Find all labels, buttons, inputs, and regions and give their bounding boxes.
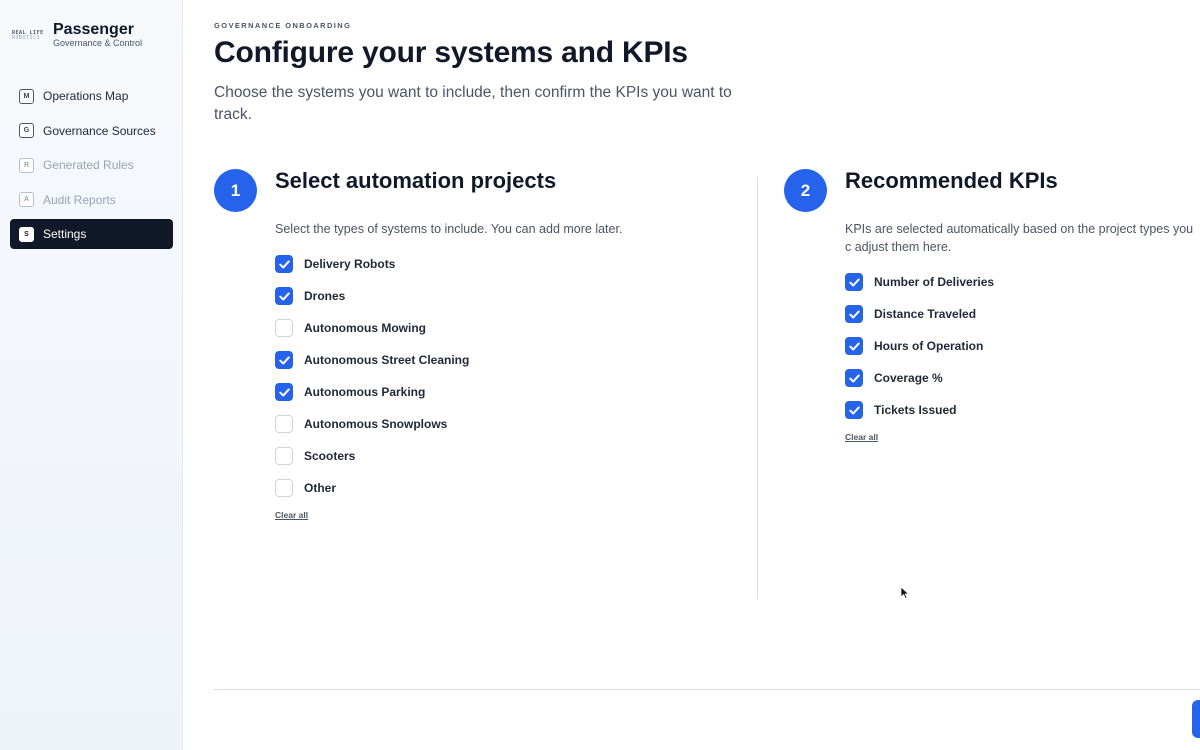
settings-icon: S [19,226,34,242]
sidebar-item-label: Governance Sources [43,123,156,138]
step-2-badge: 2 [784,169,827,212]
checkbox-checked[interactable] [845,305,863,323]
step-1-title: Select automation projects [275,168,557,193]
step-2-title: Recommended KPIs [845,168,1058,193]
step-1-description: Select the types of systems to include. … [275,222,623,236]
app-subtitle: Governance & Control [53,38,143,48]
generated-rules-icon: R [19,157,34,173]
checkbox-checked[interactable] [845,273,863,291]
project-option-autonomous-street-cleaning[interactable]: Autonomous Street Cleaning [275,344,469,376]
option-label: Autonomous Snowplows [304,417,448,431]
option-label: Number of Deliveries [874,275,995,289]
kpi-option-coverage[interactable]: Coverage % [845,362,994,394]
governance-sources-icon: G [19,123,34,139]
sidebar-item-generated-rules: R Generated Rules [10,150,173,180]
option-label: Other [304,481,337,495]
checkbox-checked[interactable] [845,369,863,387]
option-label: Hours of Operation [874,339,984,353]
audit-reports-icon: A [19,192,34,208]
sidebar-nav: M Operations Map G Governance Sources R … [10,81,173,254]
project-option-other[interactable]: Other [275,472,469,504]
kpi-option-distance-traveled[interactable]: Distance Traveled [845,298,994,330]
page-eyebrow: GOVERNANCE ONBOARDING [214,21,352,30]
option-label: Drones [304,289,346,303]
clear-all-kpis-link[interactable]: Clear all [845,432,878,442]
checkbox-checked[interactable] [275,383,293,401]
kpi-option-tickets-issued[interactable]: Tickets Issued [845,394,994,426]
sidebar-item-label: Generated Rules [43,158,134,173]
mouse-cursor-icon [900,586,910,600]
company-logo: REAL LIFE ROBOTICS [12,30,46,42]
option-label: Scooters [304,449,356,463]
project-checklist: Delivery Robots Drones Autonomous Mowing… [275,248,469,504]
continue-button[interactable] [1192,700,1200,738]
checkbox-unchecked[interactable] [275,319,293,337]
checkbox-checked[interactable] [845,337,863,355]
project-option-delivery-robots[interactable]: Delivery Robots [275,248,469,280]
project-option-drones[interactable]: Drones [275,280,469,312]
checkbox-unchecked[interactable] [275,415,293,433]
check-icon [848,310,860,318]
option-label: Autonomous Mowing [304,321,426,335]
kpi-option-number-of-deliveries[interactable]: Number of Deliveries [845,266,994,298]
project-option-autonomous-parking[interactable]: Autonomous Parking [275,376,469,408]
check-icon [848,374,860,382]
app-title: Passenger [53,21,134,38]
checkbox-unchecked[interactable] [275,479,293,497]
step-2-description: KPIs are selected automatically based on… [845,222,1194,254]
sidebar: REAL LIFE ROBOTICS Passenger Governance … [0,0,183,750]
clear-all-projects-link[interactable]: Clear all [275,510,308,520]
project-option-scooters[interactable]: Scooters [275,440,469,472]
check-icon [278,260,290,268]
checkbox-unchecked[interactable] [275,447,293,465]
step-1-badge: 1 [214,169,257,212]
project-option-autonomous-snowplows[interactable]: Autonomous Snowplows [275,408,469,440]
brand[interactable]: REAL LIFE ROBOTICS Passenger Governance … [12,22,142,49]
option-label: Delivery Robots [304,257,396,271]
column-divider [757,177,758,599]
logo-line-2: ROBOTICS [12,34,41,41]
project-option-autonomous-mowing[interactable]: Autonomous Mowing [275,312,469,344]
page-description: Choose the systems you want to include, … [214,84,732,123]
option-label: Autonomous Parking [304,385,426,399]
checkbox-checked[interactable] [275,255,293,273]
kpi-checklist: Number of Deliveries Distance Traveled H… [845,266,994,426]
sidebar-item-audit-reports: A Audit Reports [10,185,173,215]
check-icon [848,278,860,286]
check-icon [278,356,290,364]
footer-divider [214,689,1200,690]
checkbox-checked[interactable] [845,401,863,419]
page-title: Configure your systems and KPIs [214,36,688,69]
check-icon [848,342,860,350]
kpi-option-hours-of-operation[interactable]: Hours of Operation [845,330,994,362]
operations-map-icon: M [19,88,34,104]
sidebar-item-label: Settings [43,227,87,242]
option-label: Coverage % [874,371,943,385]
option-label: Distance Traveled [874,307,977,321]
sidebar-item-settings[interactable]: S Settings [10,219,173,250]
check-icon [848,406,860,414]
sidebar-item-governance-sources[interactable]: G Governance Sources [10,116,173,146]
checkbox-checked[interactable] [275,287,293,305]
sidebar-item-label: Audit Reports [43,192,116,207]
check-icon [278,292,290,300]
sidebar-item-label: Operations Map [43,89,129,103]
option-label: Tickets Issued [874,403,957,417]
check-icon [278,388,290,396]
option-label: Autonomous Street Cleaning [304,353,470,367]
checkbox-checked[interactable] [275,351,293,369]
sidebar-item-operations-map[interactable]: M Operations Map [10,81,173,111]
